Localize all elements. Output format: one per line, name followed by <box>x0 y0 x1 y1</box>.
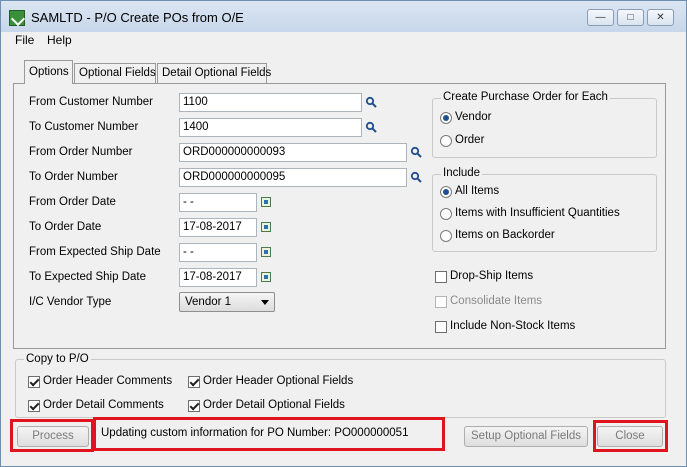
from-order-label: From Order Number <box>29 146 133 158</box>
from-ship-date-input[interactable]: - - <box>179 243 257 262</box>
header-comments-checkbox[interactable] <box>28 376 40 388</box>
from-order-finder-icon[interactable] <box>410 146 422 158</box>
from-customer-finder-icon[interactable] <box>365 96 377 108</box>
to-customer-input[interactable]: 1400 <box>179 118 362 137</box>
from-order-date-calendar-icon[interactable] <box>261 197 271 207</box>
from-order-date-label: From Order Date <box>29 196 116 208</box>
process-highlight <box>10 419 94 452</box>
to-order-input[interactable]: ORD000000000095 <box>179 168 407 187</box>
order-radio-label[interactable]: Order <box>455 134 484 146</box>
to-ship-date-calendar-icon[interactable] <box>261 272 271 282</box>
header-optional-checkbox[interactable] <box>188 376 200 388</box>
detail-optional-checkbox[interactable] <box>188 400 200 412</box>
minimize-button[interactable]: — <box>587 9 614 26</box>
insufficient-items-label[interactable]: Items with Insufficient Quantities <box>455 207 620 219</box>
to-order-date-input[interactable]: 17-08-2017 <box>179 218 257 237</box>
non-stock-checkbox[interactable] <box>435 321 447 333</box>
tab-detail-optional-fields[interactable]: Detail Optional Fields <box>157 63 271 83</box>
backorder-items-label[interactable]: Items on Backorder <box>455 229 555 241</box>
close-highlight <box>593 420 668 452</box>
menu-file[interactable]: File <box>15 33 34 47</box>
app-icon <box>9 10 25 26</box>
insufficient-items-radio[interactable] <box>440 208 452 220</box>
to-order-finder-icon[interactable] <box>410 171 422 183</box>
consolidate-checkbox <box>435 296 447 308</box>
to-customer-label: To Customer Number <box>29 121 139 133</box>
from-order-input[interactable]: ORD000000000093 <box>179 143 407 162</box>
vendor-radio[interactable] <box>440 112 452 124</box>
to-order-label: To Order Number <box>29 171 118 183</box>
to-order-date-label: To Order Date <box>29 221 102 233</box>
maximize-button[interactable]: □ <box>617 9 644 26</box>
all-items-radio[interactable] <box>440 186 452 198</box>
close-window-button[interactable]: ✕ <box>647 9 674 26</box>
create-po-group <box>432 98 657 158</box>
create-po-group-title: Create Purchase Order for Each <box>441 91 610 103</box>
from-ship-date-label: From Expected Ship Date <box>29 246 161 258</box>
tab-options[interactable]: Options <box>24 60 73 85</box>
tab-optional-fields[interactable]: Optional Fields <box>74 63 156 83</box>
to-ship-date-label: To Expected Ship Date <box>29 271 146 283</box>
to-order-date-calendar-icon[interactable] <box>261 222 271 232</box>
menu-help[interactable]: Help <box>47 33 72 47</box>
drop-ship-checkbox[interactable] <box>435 271 447 283</box>
menu-bar: File Help <box>1 32 686 49</box>
to-ship-date-input[interactable]: 17-08-2017 <box>179 268 257 287</box>
vendor-radio-label[interactable]: Vendor <box>455 111 491 123</box>
to-customer-finder-icon[interactable] <box>365 121 377 133</box>
main-window: SAMLTD - P/O Create POs from O/E — □ ✕ F… <box>0 0 687 467</box>
window-title: SAMLTD - P/O Create POs from O/E <box>31 10 244 25</box>
copy-to-po-title: Copy to P/O <box>24 353 91 365</box>
from-ship-date-calendar-icon[interactable] <box>261 247 271 257</box>
non-stock-label[interactable]: Include Non-Stock Items <box>450 320 575 332</box>
vendor-type-label: I/C Vendor Type <box>29 296 112 308</box>
from-order-date-input[interactable]: - - <box>179 193 257 212</box>
order-radio[interactable] <box>440 135 452 147</box>
header-optional-label[interactable]: Order Header Optional Fields <box>203 375 353 387</box>
detail-comments-checkbox[interactable] <box>28 400 40 412</box>
title-bar: SAMLTD - P/O Create POs from O/E — □ ✕ <box>1 1 686 33</box>
status-highlight <box>93 417 445 451</box>
detail-comments-label[interactable]: Order Detail Comments <box>43 399 164 411</box>
consolidate-label: Consolidate Items <box>450 295 543 307</box>
detail-optional-label[interactable]: Order Detail Optional Fields <box>203 399 345 411</box>
chevron-down-icon <box>261 300 269 305</box>
options-panel: From Customer Number 1100 To Customer Nu… <box>13 83 666 349</box>
include-group-title: Include <box>441 167 483 179</box>
all-items-label[interactable]: All Items <box>455 185 499 197</box>
header-comments-label[interactable]: Order Header Comments <box>43 375 172 387</box>
vendor-type-value: Vendor 1 <box>185 296 232 308</box>
from-customer-input[interactable]: 1100 <box>179 93 362 112</box>
backorder-items-radio[interactable] <box>440 230 452 242</box>
drop-ship-label[interactable]: Drop-Ship Items <box>450 270 533 282</box>
vendor-type-select[interactable]: Vendor 1 <box>179 292 275 312</box>
from-customer-label: From Customer Number <box>29 96 153 108</box>
setup-optional-fields-button[interactable]: Setup Optional Fields <box>464 426 588 447</box>
